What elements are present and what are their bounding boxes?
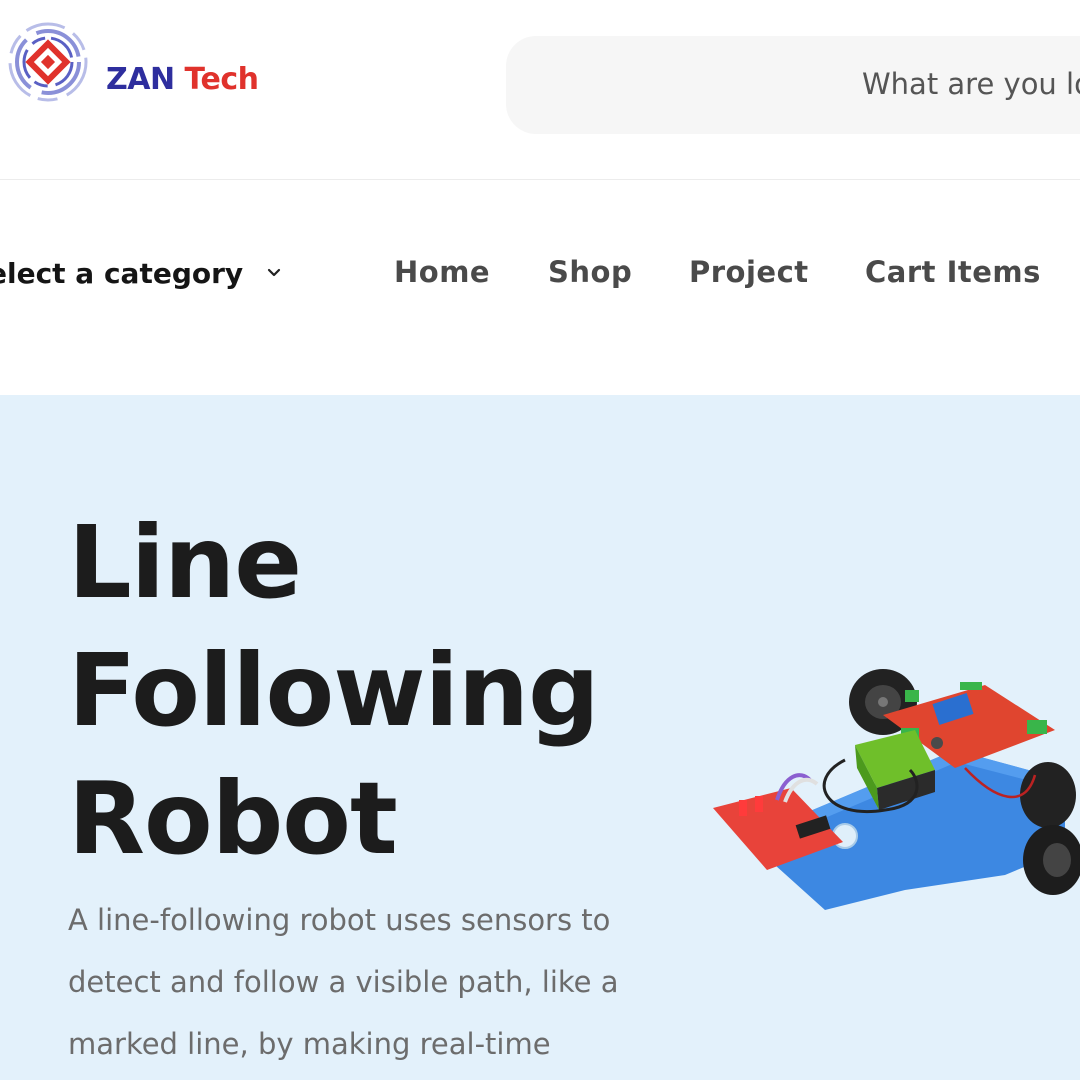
category-select[interactable]: elect a category <box>0 257 243 290</box>
hero-title-line: Line <box>68 504 302 621</box>
hero-title-line: Following <box>68 632 600 749</box>
hero-title-line: Robot <box>68 760 398 877</box>
brand-logo[interactable]: ZAN Tech <box>6 20 266 104</box>
nav-link-cart-items[interactable]: Cart Items <box>865 255 1041 289</box>
brand-name-part1: ZAN <box>106 62 175 97</box>
nav-link-project[interactable]: Project <box>689 255 809 289</box>
search-input[interactable] <box>862 64 1080 104</box>
hero-description: A line-following robot uses sensors to d… <box>68 903 619 1061</box>
search-box <box>506 36 1080 134</box>
site-header: ZAN Tech <box>0 0 1080 180</box>
nav-link-shop[interactable]: Shop <box>548 255 632 289</box>
hero-section: Line Following Robot A line-following ro… <box>0 395 1080 1080</box>
main-nav: elect a category Home Shop Project Cart … <box>0 181 1080 394</box>
chevron-down-icon[interactable] <box>266 265 282 281</box>
robot-kit-image <box>713 669 1080 910</box>
hero-title: Line Following Robot <box>68 499 600 883</box>
nav-link-home[interactable]: Home <box>394 255 490 289</box>
brand-name-part2: Tech <box>184 62 259 97</box>
brand-name: ZAN Tech <box>106 62 259 97</box>
zan-tech-logo-icon <box>8 22 88 102</box>
